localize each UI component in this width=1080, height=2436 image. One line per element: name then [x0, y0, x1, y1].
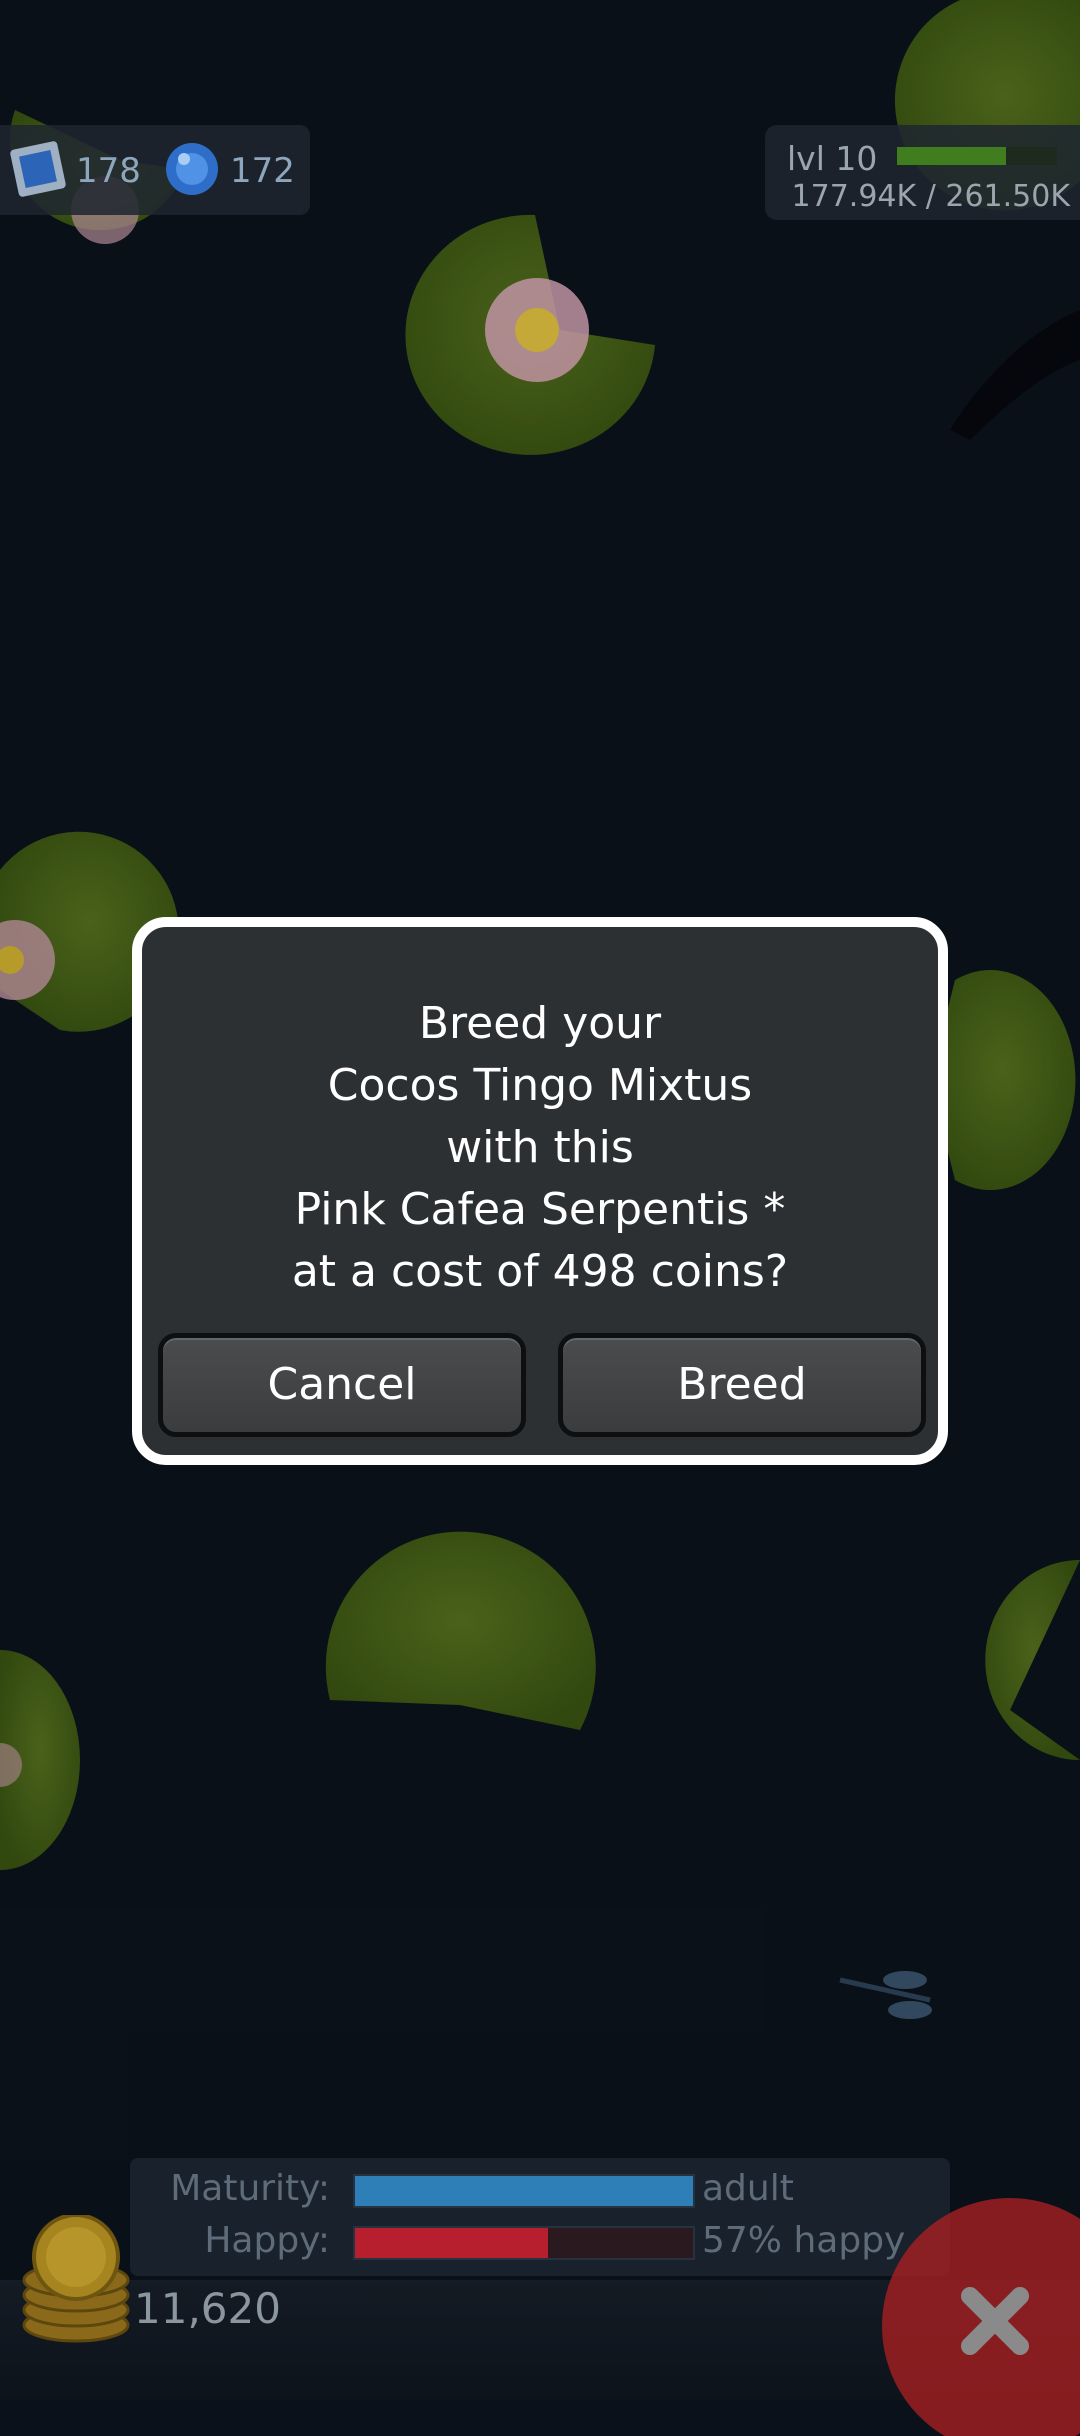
fish-status-panel: Maturity: adult Happy: 57% happy [130, 2158, 950, 2276]
happy-bar [353, 2226, 695, 2260]
happy-value: 57% happy [702, 2220, 906, 2261]
dialog-message: Breed your Cocos Tingo Mixtus with this … [142, 993, 938, 1303]
coin-stack-icon [22, 2215, 130, 2343]
stamps-count: 178 [76, 151, 141, 191]
dialog-line: Pink Cafea Serpentis * [294, 1184, 786, 1235]
level-hud: lvl 10 177.94K / 261.50K [765, 125, 1080, 220]
cancel-button[interactable]: Cancel [158, 1333, 526, 1437]
breed-button[interactable]: Breed [558, 1333, 926, 1437]
dialog-line: at a cost of 498 coins? [291, 1246, 789, 1297]
gem-icon [166, 143, 218, 195]
maturity-value: adult [702, 2168, 794, 2209]
dialog-line: Cocos Tingo Mixtus [327, 1060, 753, 1111]
maturity-label: Maturity: [170, 2168, 330, 2209]
xp-bar [897, 147, 1057, 165]
coins-count: 11,620 [134, 2284, 281, 2333]
stamp-icon [10, 141, 66, 197]
maturity-bar [353, 2174, 695, 2208]
happy-label: Happy: [204, 2220, 330, 2261]
level-label: lvl 10 [787, 139, 878, 178]
breed-dialog: Breed your Cocos Tingo Mixtus with this … [132, 917, 948, 1465]
dialog-line: Breed your [418, 998, 662, 1049]
gems-count: 172 [230, 151, 295, 191]
currency-hud: 178 172 [0, 125, 310, 215]
dialog-line: with this [446, 1122, 634, 1173]
xp-text: 177.94K / 261.50K [791, 179, 1070, 214]
close-button[interactable] [880, 2196, 1080, 2436]
